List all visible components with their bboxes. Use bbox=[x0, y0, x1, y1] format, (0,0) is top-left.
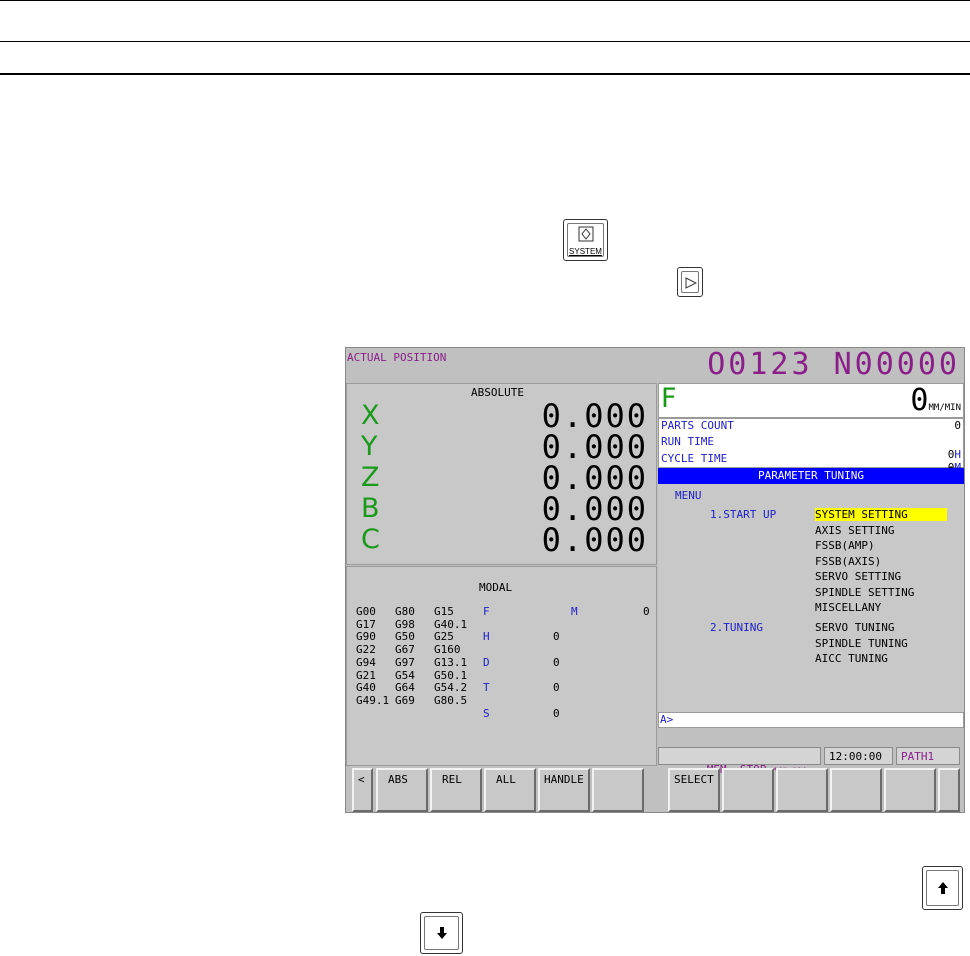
start-up-item[interactable]: SPINDLE SETTING bbox=[815, 586, 914, 599]
tuning-item[interactable]: AICC TUNING bbox=[815, 652, 888, 665]
start-up-item[interactable]: SERVO SETTING bbox=[815, 570, 901, 583]
modal-g-code: G40 bbox=[356, 681, 376, 695]
modal-g-code: G64 bbox=[395, 681, 415, 695]
modal-h-value: 0 bbox=[553, 630, 560, 643]
softkey-blank-5[interactable] bbox=[884, 768, 936, 812]
axis-y-label: Y bbox=[361, 431, 378, 462]
header-rule-middle bbox=[0, 41, 970, 42]
modal-t-value: 0 bbox=[553, 681, 560, 694]
modal-g-code: G97 bbox=[395, 655, 415, 669]
modal-g-code: G00 bbox=[356, 605, 376, 618]
softkey-blank-4[interactable] bbox=[830, 768, 882, 812]
tuning-item[interactable]: SERVO TUNING bbox=[815, 621, 894, 634]
start-up-item[interactable]: SYSTEM SETTING bbox=[815, 508, 947, 521]
start-up-item[interactable]: AXIS SETTING bbox=[815, 524, 894, 537]
menu-label: MENU bbox=[675, 489, 702, 502]
status-bar: MEM STOP *** *** 12:00:00 PATH1 bbox=[658, 747, 964, 776]
system-key-label: SYSTEM bbox=[569, 247, 602, 256]
modal-m-value: 0 bbox=[643, 605, 650, 618]
modal-g-code: G94 bbox=[356, 655, 376, 669]
start-up-item[interactable]: MISCELLANY bbox=[815, 601, 881, 614]
feed-value: 0 bbox=[910, 383, 929, 418]
modal-g-code: G80.5 bbox=[434, 693, 468, 707]
modal-g-code: G67 bbox=[395, 643, 415, 657]
input-line[interactable]: A> bbox=[658, 712, 964, 728]
softkey-left-arrow[interactable]: < bbox=[352, 768, 373, 812]
modal-s-value: 0 bbox=[553, 707, 560, 720]
modal-g-code: G49.1 bbox=[356, 693, 390, 707]
screen-title: ACTUAL POSITION bbox=[347, 351, 447, 364]
softkey-abs[interactable]: ABS bbox=[376, 768, 428, 812]
system-key-icon: SYSTEM bbox=[563, 219, 608, 261]
modal-g-code: G17 bbox=[356, 617, 376, 631]
axis-x-label: X bbox=[361, 400, 380, 431]
modal-g-code: G21 bbox=[356, 668, 376, 682]
axis-c-value: 0.000 bbox=[541, 521, 648, 559]
start-up-label[interactable]: 1.START UP bbox=[710, 508, 776, 521]
feed-label: F bbox=[661, 383, 677, 414]
softkey-handle[interactable]: HANDLE bbox=[538, 768, 590, 812]
start-up-item[interactable]: FSSB(AXIS) bbox=[815, 555, 881, 568]
feed-unit: MM/MIN bbox=[928, 403, 961, 413]
header-rule-bottom bbox=[0, 73, 970, 75]
axis-z-label: Z bbox=[361, 462, 380, 493]
modal-g-code: G50.1 bbox=[434, 668, 468, 682]
modal-g-code: G90 bbox=[356, 630, 376, 644]
modal-g-code: G160 bbox=[434, 643, 461, 657]
softkey-right-edge[interactable] bbox=[938, 768, 960, 812]
modal-g-code: G22 bbox=[356, 643, 376, 657]
softkey-blank-2[interactable] bbox=[722, 768, 774, 812]
modal-h-label: H bbox=[483, 630, 490, 643]
softkey-select[interactable]: SELECT bbox=[668, 768, 720, 812]
feed-value-group: 0 MM/MIN bbox=[910, 383, 961, 418]
modal-g-code: G54.2 bbox=[434, 681, 468, 695]
modal-label: MODAL bbox=[479, 581, 513, 594]
tuning-label[interactable]: 2.TUNING bbox=[710, 621, 763, 634]
modal-panel: MODAL G00 G80 G15 G17 G98 G40.1 G90 G50 G25 G22 G6… bbox=[346, 566, 657, 766]
cycle-time-label: CYCLE TIME bbox=[661, 452, 728, 465]
softkey-blank-3[interactable] bbox=[776, 768, 828, 812]
status-mode-state: MEM STOP *** *** bbox=[658, 747, 821, 776]
modal-d-value: 0 bbox=[553, 656, 560, 669]
softkey-blank-1[interactable] bbox=[592, 768, 644, 812]
right-triangle-icon bbox=[677, 267, 703, 297]
modal-g-code: G50 bbox=[395, 630, 415, 644]
modal-t-label: T bbox=[483, 681, 490, 694]
softkey-all[interactable]: ALL bbox=[484, 768, 536, 812]
tuning-menu-panel: MENU 1.START UP SYSTEM SETTING AXIS SETTI… bbox=[658, 484, 964, 712]
feed-panel: F 0 MM/MIN bbox=[658, 383, 964, 418]
start-up-item[interactable]: FSSB(AMP) bbox=[815, 539, 875, 552]
parts-count-value: 0 bbox=[954, 419, 961, 432]
run-time-label: RUN TIME bbox=[661, 435, 714, 448]
absolute-position-panel: ABSOLUTE X 0.000 Y 0.000 Z 0.000 B 0.000 C 0.000 bbox=[346, 383, 657, 565]
modal-g-code: G15 bbox=[434, 605, 454, 618]
modal-g-code: G13.1 bbox=[434, 655, 468, 669]
axis-b-label: B bbox=[361, 493, 380, 524]
info-panel: PARTS COUNT 0 RUN TIME 0H 0M 0S CYCLE TI… bbox=[658, 418, 964, 504]
header-rule-top bbox=[0, 0, 970, 1]
cnc-screen: ACTUAL POSITION O0123 N00000 ABSOLUTE X 0… bbox=[345, 347, 965, 813]
modal-g-code: G80 bbox=[395, 605, 415, 618]
status-time: 12:00:00 bbox=[824, 747, 893, 765]
program-number: O0123 N00000 bbox=[707, 347, 960, 382]
modal-s-label: S bbox=[483, 707, 490, 720]
modal-g-code: G98 bbox=[395, 617, 415, 631]
down-arrow-icon bbox=[420, 912, 463, 954]
modal-g-code: G40.1 bbox=[434, 617, 468, 631]
modal-g-code: G69 bbox=[395, 693, 415, 707]
status-path: PATH1 bbox=[896, 747, 960, 765]
axis-c-label: C bbox=[361, 524, 380, 555]
modal-d-label: D bbox=[483, 656, 490, 669]
absolute-label: ABSOLUTE bbox=[471, 386, 524, 399]
tuning-item[interactable]: SPINDLE TUNING bbox=[815, 637, 908, 650]
modal-m-label: M bbox=[571, 605, 578, 618]
up-arrow-icon bbox=[922, 866, 963, 910]
parts-count-label: PARTS COUNT bbox=[661, 419, 734, 432]
modal-g-code: G25 bbox=[434, 630, 454, 644]
parameter-tuning-header: PARAMETER TUNING bbox=[658, 468, 964, 484]
modal-f-label: F bbox=[483, 605, 490, 618]
modal-g-code: G54 bbox=[395, 668, 415, 682]
softkey-rel[interactable]: REL bbox=[430, 768, 482, 812]
